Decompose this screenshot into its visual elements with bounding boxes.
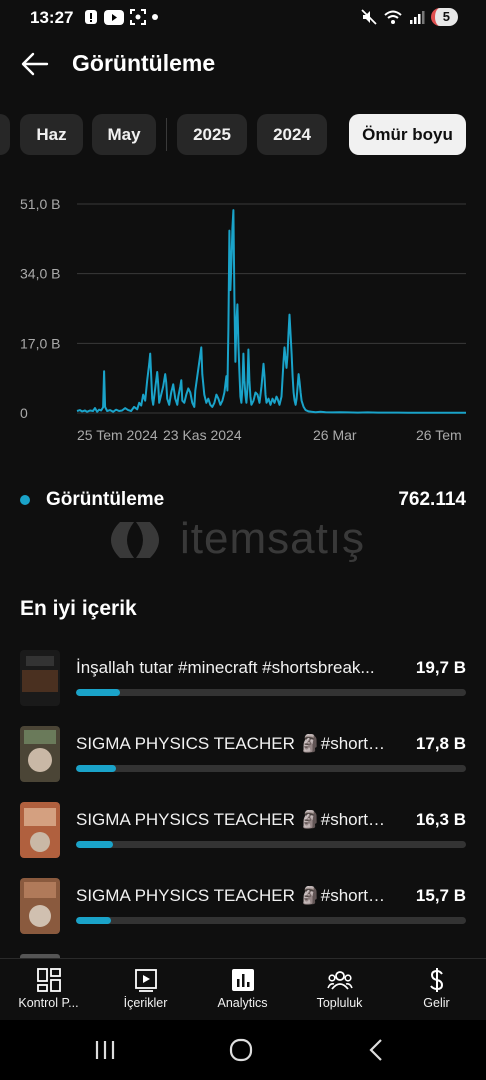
dashboard-icon bbox=[36, 968, 61, 992]
nav-label: Gelir bbox=[423, 996, 450, 1010]
y-tick-label: 17,0 B bbox=[20, 335, 60, 351]
content-title: SIGMA PHYSICS TEACHER 🗿#shorts ... bbox=[76, 886, 391, 905]
content-item[interactable]: İnşallah tutar #minecraft #shortsbreak..… bbox=[0, 648, 486, 708]
mute-icon bbox=[361, 9, 377, 25]
nav-dashboard[interactable]: Kontrol P... bbox=[0, 959, 97, 1021]
page-title: Görüntüleme bbox=[72, 50, 216, 76]
chip-haz[interactable]: Haz bbox=[20, 114, 83, 155]
chip-label: Ömür boyu bbox=[362, 124, 453, 144]
chevron-left-icon bbox=[369, 1039, 382, 1061]
bottom-navigation: Kontrol P... İçerikler Analytics Toplulu… bbox=[0, 958, 486, 1020]
content-views: 19,7 B bbox=[415, 658, 466, 677]
views-progress-fill bbox=[76, 765, 116, 772]
nav-analytics[interactable]: Analytics bbox=[194, 959, 291, 1021]
views-progress-track bbox=[76, 841, 466, 848]
content-item[interactable]: SIGMA PHYSICS TEACHER 🗿#shorts ... 17,8 … bbox=[0, 724, 486, 784]
arrow-left-icon bbox=[21, 52, 49, 76]
y-tick-label: 34,0 B bbox=[20, 266, 60, 282]
time-range-chips: Haz May 2025 2024 Ömür boyu bbox=[0, 114, 486, 156]
content-title: SIGMA PHYSICS TEACHER 🗿#shorts ... bbox=[76, 734, 391, 753]
recent-apps-button[interactable] bbox=[90, 1036, 120, 1064]
thumbnail-image-icon bbox=[20, 878, 60, 934]
views-progress-track bbox=[76, 765, 466, 772]
x-tick-label: 25 Tem 2024 bbox=[77, 427, 158, 443]
views-series-line bbox=[76, 209, 466, 414]
back-system-button[interactable] bbox=[362, 1036, 392, 1064]
home-button[interactable] bbox=[226, 1036, 256, 1064]
alert-icon bbox=[85, 10, 97, 24]
status-bar: 13:27 5 bbox=[0, 0, 486, 36]
home-icon bbox=[229, 1038, 253, 1062]
views-progress-track bbox=[76, 689, 466, 696]
signal-icon bbox=[409, 11, 425, 24]
content-title: SIGMA PHYSICS TEACHER 🗿#shorts ... bbox=[76, 810, 391, 829]
views-chart[interactable]: 51,0 B 34,0 B 17,0 B 0 25 Tem 2024 23 Kas 202… bbox=[0, 186, 486, 446]
community-icon bbox=[326, 971, 353, 990]
video-thumbnail bbox=[20, 726, 60, 782]
video-thumbnail bbox=[20, 802, 60, 858]
video-thumbnail bbox=[20, 878, 60, 934]
content-views: 16,3 B bbox=[415, 810, 466, 829]
nav-content[interactable]: İçerikler bbox=[97, 959, 194, 1021]
content-icon bbox=[134, 969, 157, 992]
x-tick-label: 23 Kas 2024 bbox=[163, 427, 242, 443]
system-navigation-bar bbox=[0, 1020, 486, 1080]
watermark-logo-icon bbox=[111, 522, 159, 558]
views-progress-fill bbox=[76, 689, 121, 696]
status-time: 13:27 bbox=[30, 8, 74, 27]
content-item[interactable]: SIGMA PHYSICS TEACHER 🗿#shorts ... 15,7 … bbox=[0, 876, 486, 936]
chip-label: May bbox=[107, 124, 141, 144]
chip-label: 2025 bbox=[193, 124, 231, 144]
system-icons: 5 bbox=[361, 8, 458, 26]
thumbnail-image-icon bbox=[20, 726, 60, 782]
x-tick-label: 26 Mar bbox=[313, 427, 357, 443]
nav-earn[interactable]: Gelir bbox=[388, 959, 485, 1021]
content-views: 17,8 B bbox=[415, 734, 466, 753]
chip-2024[interactable]: 2024 bbox=[257, 114, 327, 155]
dot-icon bbox=[152, 14, 158, 20]
watermark: itemsatış bbox=[100, 512, 390, 572]
chip-previous-partial[interactable] bbox=[0, 114, 10, 155]
chip-label: Haz bbox=[36, 124, 67, 144]
views-progress-fill bbox=[76, 917, 112, 924]
recent-apps-icon bbox=[95, 1041, 115, 1059]
content-item[interactable]: SIGMA PHYSICS TEACHER 🗿#shorts ... 16,3 … bbox=[0, 800, 486, 860]
chip-may[interactable]: May bbox=[92, 114, 156, 155]
content-title: İnşallah tutar #minecraft #shortsbreak..… bbox=[76, 658, 375, 677]
youtube-icon bbox=[104, 9, 124, 25]
chip-divider bbox=[166, 118, 167, 151]
watermark-text: itemsatış bbox=[180, 514, 366, 563]
x-tick-label: 26 Tem bbox=[416, 427, 462, 443]
earn-icon bbox=[429, 968, 443, 992]
top-content-title: En iyi içerik bbox=[20, 597, 137, 620]
battery-indicator: 5 bbox=[430, 8, 458, 26]
chip-2025[interactable]: 2025 bbox=[177, 114, 247, 155]
analytics-icon bbox=[231, 969, 254, 991]
notification-icons bbox=[84, 9, 158, 25]
views-progress-fill bbox=[76, 841, 113, 848]
screenshot-icon bbox=[130, 9, 146, 25]
nav-label: İçerikler bbox=[123, 996, 168, 1010]
video-thumbnail bbox=[20, 650, 60, 706]
y-tick-label: 51,0 B bbox=[20, 196, 60, 212]
nav-label: Kontrol P... bbox=[18, 996, 79, 1010]
back-button[interactable] bbox=[20, 50, 50, 78]
views-line-chart: 51,0 B 34,0 B 17,0 B 0 25 Tem 2024 23 Kas 202… bbox=[20, 196, 466, 443]
chip-lifetime[interactable]: Ömür boyu bbox=[349, 114, 466, 155]
nav-community[interactable]: Topluluk bbox=[291, 959, 388, 1021]
nav-label: Analytics bbox=[217, 996, 268, 1010]
legend-dot bbox=[20, 495, 30, 505]
content-views: 15,7 B bbox=[415, 886, 466, 905]
header: Görüntüleme bbox=[0, 40, 486, 88]
views-progress-track bbox=[76, 917, 466, 924]
thumbnail-image-icon bbox=[20, 650, 60, 706]
chip-label: 2024 bbox=[273, 124, 311, 144]
y-tick-label: 0 bbox=[20, 405, 28, 421]
wifi-icon bbox=[384, 10, 402, 24]
thumbnail-image-icon bbox=[20, 802, 60, 858]
legend-total: 762.114 bbox=[398, 489, 466, 510]
legend-label: Görüntüleme bbox=[46, 489, 165, 510]
nav-label: Topluluk bbox=[316, 996, 363, 1010]
